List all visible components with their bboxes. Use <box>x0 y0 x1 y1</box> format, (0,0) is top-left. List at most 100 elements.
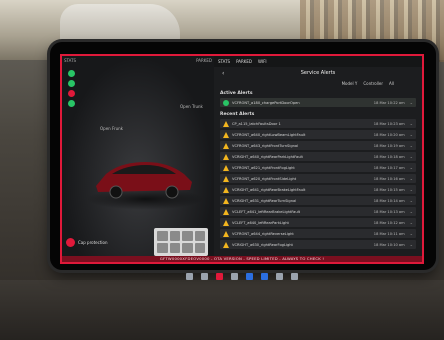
top-status-bar: STATS PARKED WIFI <box>214 56 422 67</box>
telltale-icon <box>68 70 75 77</box>
warning-icon <box>223 241 229 248</box>
filter-tab[interactable]: Model Y <box>342 81 358 86</box>
vehicle-panel: STATS PARKED Open Frunk Open Trunk Cap p… <box>62 56 214 262</box>
car-3d-model <box>96 162 192 199</box>
alert-name: VCRIGHT_a630_rightRearFogLight <box>232 242 293 247</box>
alert-time: 18 Mar 10:15 am <box>373 187 405 192</box>
telltale-icon <box>68 80 75 87</box>
chevron-down-icon: ⌄ <box>409 143 413 148</box>
status-strip: STATS PARKED <box>64 58 212 66</box>
alert-name: CP_a115_latchFaultsDoor 1 <box>232 121 281 126</box>
warning-icon <box>223 186 229 193</box>
seat-diagram[interactable] <box>154 228 208 256</box>
alert-time: 18 Mar 10:16 am <box>373 176 405 181</box>
chevron-down-icon: ⌄ <box>409 121 413 126</box>
alert-time: 18 Mar 10:11 am <box>373 231 405 236</box>
dock-app-icon[interactable] <box>276 272 283 280</box>
alert-time: 18 Mar 10:20 am <box>373 132 405 137</box>
recent-alerts-heading: Recent Alerts <box>220 112 255 117</box>
warning-icon <box>223 175 229 182</box>
filter-tab[interactable]: All <box>389 81 394 86</box>
alert-name: VCLEFT_a641_leftRearBrakeLightFault <box>232 209 301 214</box>
recent-alert-row[interactable]: CP_a115_latchFaultsDoor 1 18 Mar 10:23 am… <box>220 119 416 128</box>
touchscreen: STATS PARKED Open Frunk Open Trunk Cap p… <box>60 54 424 264</box>
alert-name: VCRIGHT_a631_rightRearTurnSignal <box>232 198 297 203</box>
topbar-item: PARKED <box>236 59 252 64</box>
chevron-down-icon: ⌄ <box>409 176 413 181</box>
status-left: STATS <box>64 58 77 63</box>
telltale-icon <box>68 100 75 107</box>
volume-icon[interactable] <box>291 272 298 280</box>
app-dock <box>62 270 422 282</box>
alert-time: 18 Mar 10:22 am <box>373 100 405 105</box>
alert-time: 18 Mar 10:14 am <box>373 198 405 203</box>
alert-name: VCFRONT_a180_chargePortDoorOpen <box>232 100 300 105</box>
recent-alert-row[interactable]: VCLEFT_a640_leftRearParkLight 18 Mar 10:1… <box>220 218 416 227</box>
recent-alert-row[interactable]: VCFRONT_a621_rightFrontFogLight 18 Mar 10… <box>220 163 416 172</box>
recent-alert-row[interactable]: VCFRONT_a640_rightLowBeamLightFault 18 Ma… <box>220 130 416 139</box>
service-alerts-panel: STATS PARKED WIFI ‹ Service Alerts Model… <box>214 56 422 262</box>
chevron-down-icon: ⌄ <box>409 242 413 247</box>
topbar-item: WIFI <box>258 59 267 64</box>
recent-alert-row[interactable]: VCFRONT_a644_rightReverseLight 18 Mar 10:… <box>220 229 416 238</box>
warning-icon <box>223 208 229 215</box>
recent-alert-row[interactable]: VCRIGHT_a640_rightRearParkLightFault 18 M… <box>220 152 416 161</box>
warning-icon <box>223 230 229 237</box>
chevron-down-icon: ⌄ <box>409 231 413 236</box>
chevron-down-icon: ⌄ <box>409 100 413 105</box>
dock-app-icon[interactable] <box>261 272 268 280</box>
alert-time: 18 Mar 10:10 am <box>373 242 405 247</box>
chevron-down-icon: ⌄ <box>409 187 413 192</box>
warning-icon <box>223 120 229 127</box>
dock-app-icon[interactable] <box>201 272 208 280</box>
active-alert-row[interactable]: VCFRONT_a180_chargePortDoorOpen 18 Mar 10… <box>220 98 416 107</box>
warning-icon <box>223 131 229 138</box>
recent-alert-row[interactable]: VCFRONT_a620_rightFrontSideLight 18 Mar 1… <box>220 174 416 183</box>
alert-name: VCRIGHT_a641_rightRearBrakeLightFault <box>232 187 306 192</box>
back-icon[interactable]: ‹ <box>222 70 224 77</box>
cap-protection-label: Cap protection <box>78 239 108 245</box>
chevron-down-icon: ⌄ <box>409 132 413 137</box>
recent-alert-row[interactable]: VCFRONT_a643_rightFrontTurnSignal 18 Mar … <box>220 141 416 150</box>
chevron-down-icon: ⌄ <box>409 209 413 214</box>
alert-time: 18 Mar 10:19 am <box>373 143 405 148</box>
chevron-down-icon: ⌄ <box>409 220 413 225</box>
warning-icon <box>223 153 229 160</box>
status-mid: PARKED <box>196 58 212 63</box>
dock-app-icon[interactable] <box>246 272 253 280</box>
page-title: Service Alerts <box>300 70 336 76</box>
alert-name: VCFRONT_a620_rightFrontSideLight <box>232 176 297 181</box>
recent-alert-row[interactable]: VCRIGHT_a641_rightRearBrakeLightFault 18 … <box>220 185 416 194</box>
alert-name: VCFRONT_a644_rightReverseLight <box>232 231 294 236</box>
filter-tab[interactable]: Controller <box>363 81 383 86</box>
recent-alerts-list: CP_a115_latchFaultsDoor 1 18 Mar 10:23 am… <box>214 119 422 249</box>
telltale-icon <box>68 90 75 97</box>
alert-time: 18 Mar 10:17 am <box>373 165 405 170</box>
check-icon <box>223 99 229 106</box>
recent-alert-row[interactable]: VCRIGHT_a630_rightRearFogLight 18 Mar 10:… <box>220 240 416 249</box>
alert-name: VCFRONT_a643_rightFrontTurnSignal <box>232 143 299 148</box>
alert-time: 18 Mar 10:23 am <box>373 121 405 126</box>
topbar-item: STATS <box>218 59 231 64</box>
recent-alert-row[interactable]: VCRIGHT_a631_rightRearTurnSignal 18 Mar 1… <box>220 196 416 205</box>
background-floor <box>0 280 444 340</box>
service-mode-banner: GFTW0000XFDEOV0000 - OTA VERSION - SPEED… <box>62 256 422 262</box>
alert-icon <box>66 237 75 247</box>
open-trunk-button[interactable]: Open Trunk <box>180 104 203 109</box>
dock-app-icon[interactable] <box>231 272 238 280</box>
open-frunk-button[interactable]: Open Frunk <box>100 126 123 131</box>
recent-alert-row[interactable]: VCLEFT_a641_leftRearBrakeLightFault 18 Ma… <box>220 207 416 216</box>
car-icon[interactable] <box>186 272 193 280</box>
wrench-icon[interactable] <box>216 272 223 280</box>
alert-name: VCFRONT_a621_rightFrontFogLight <box>232 165 295 170</box>
chevron-down-icon: ⌄ <box>409 154 413 159</box>
chevron-down-icon: ⌄ <box>409 198 413 203</box>
chevron-down-icon: ⌄ <box>409 165 413 170</box>
alert-time: 18 Mar 10:12 am <box>373 220 405 225</box>
warning-icon <box>223 164 229 171</box>
cap-protection[interactable]: Cap protection <box>66 232 130 252</box>
alert-name: VCFRONT_a640_rightLowBeamLightFault <box>232 132 306 137</box>
alert-name: VCLEFT_a640_leftRearParkLight <box>232 220 289 225</box>
alert-time: 18 Mar 10:13 am <box>373 209 405 214</box>
active-alerts-heading: Active Alerts <box>220 91 253 96</box>
